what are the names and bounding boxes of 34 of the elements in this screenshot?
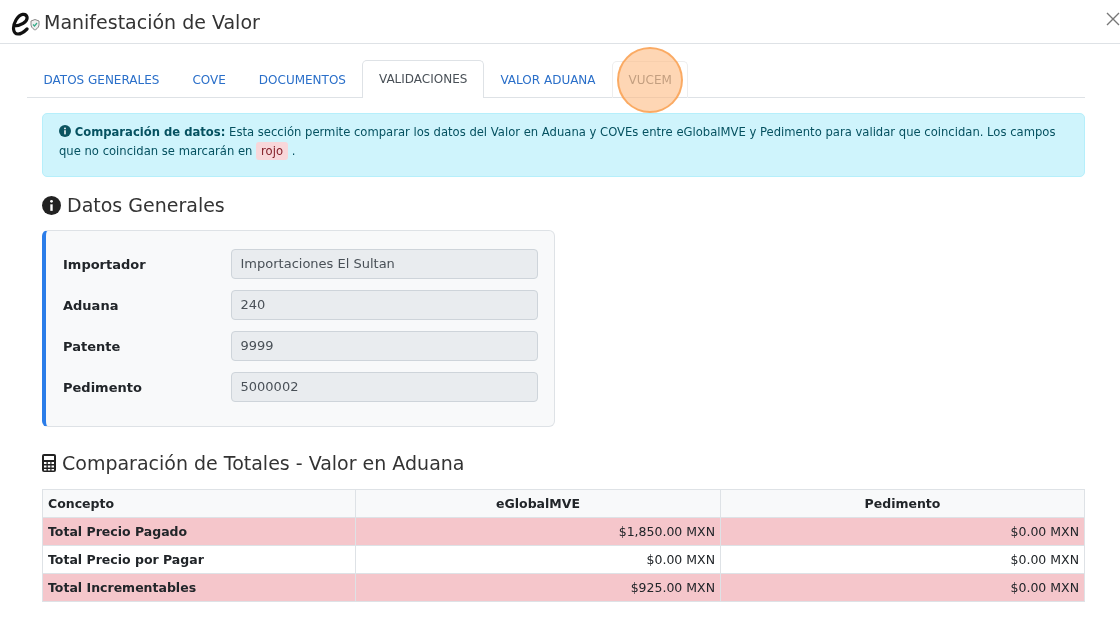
input-field[interactable]: Importaciones El Sultan [230,249,538,279]
tab[interactable]: DATOS GENERALES [27,61,176,98]
alert-text: Comparación de datos: Esta sección permite comparar los datos del Valor en Aduana y COVEs entre eGlobalMVE y Pedimento para validar que coincidan. Los campos que no coincidan se marcarán en rojo . [59,124,1057,161]
table-cell: $925.00 MXN [355,573,721,602]
table-cell: $1,850.00 MXN [355,517,721,546]
input-field[interactable]: 9999 [230,331,538,361]
table-cell: $0.00 MXN [355,545,721,574]
section-heading: Datos Generales [67,194,225,216]
column-header: Concepto [42,489,356,518]
field-label: Patente [63,338,122,354]
field-label: Pedimento [63,379,143,395]
table-cell: $0.00 MXN [720,517,1085,546]
tab[interactable]: DOCUMENTOS [242,61,363,98]
table-cell: Total Precio por Pagar [42,545,356,574]
table-cell: Total Incrementables [42,573,356,602]
input-field[interactable]: 240 [230,290,538,320]
input-field[interactable]: 5000002 [230,372,538,402]
close-icon[interactable] [1106,12,1120,26]
table-cell: Total Precio Pagado [42,517,356,546]
info-icon [42,195,61,215]
field-label: Aduana [63,297,120,313]
window-title: Manifestación de Valor [44,10,260,33]
info-icon [59,125,71,137]
tab[interactable]: VALIDACIONES [362,60,484,98]
field-label: Importador [63,256,147,272]
column-header: Pedimento [720,489,1085,518]
logo-icon [10,11,40,36]
section-heading: Comparación de Totales - Valor en Aduana [62,452,465,474]
column-header: eGlobalMVE [355,489,721,518]
calculator-icon [42,454,56,472]
table-cell: $0.00 MXN [720,545,1085,574]
tab[interactable]: VALOR ADUANA [483,61,613,98]
table-cell: $0.00 MXN [720,573,1085,602]
tab[interactable]: COVE [175,61,243,98]
